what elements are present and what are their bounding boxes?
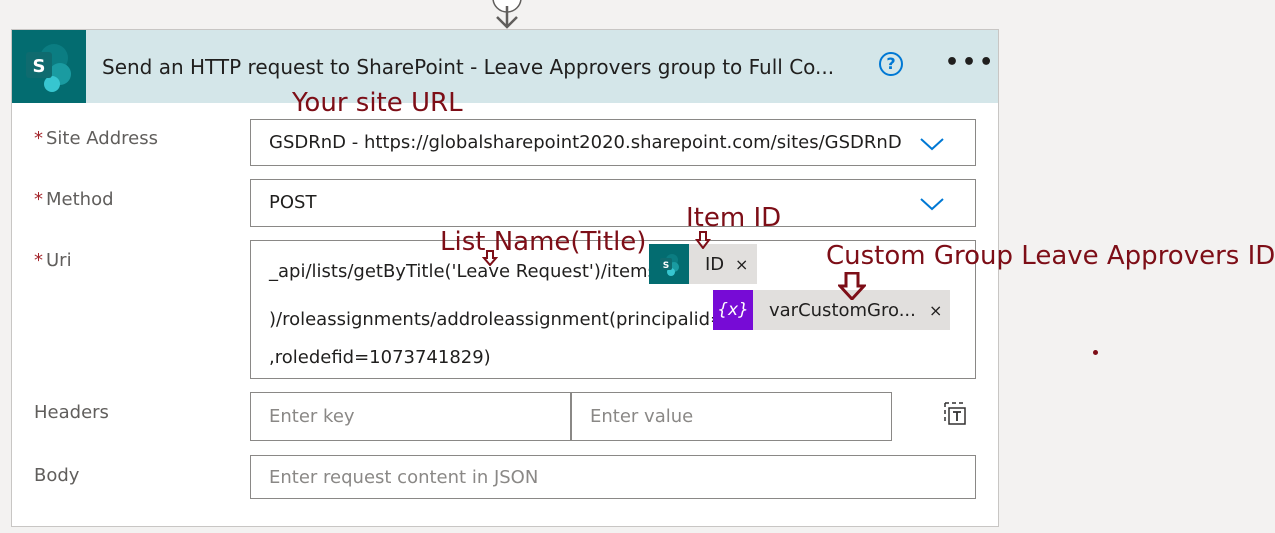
- svg-text:S: S: [663, 261, 669, 271]
- header-value-input[interactable]: Enter value: [571, 392, 892, 441]
- close-icon[interactable]: ×: [929, 301, 942, 320]
- variable-icon: {x}: [713, 290, 753, 330]
- body-placeholder: Enter request content in JSON: [269, 467, 539, 488]
- method-value: POST: [269, 192, 317, 213]
- header-key-input[interactable]: Enter key: [250, 392, 571, 441]
- annotation-arrow-custom-group: [838, 272, 866, 300]
- sharepoint-icon: S: [12, 30, 86, 103]
- site-address-dropdown[interactable]: GSDRnD - https://globalsharepoint2020.sh…: [250, 119, 976, 166]
- card-title: Send an HTTP request to SharePoint - Lea…: [102, 55, 835, 79]
- header-key-placeholder: Enter key: [269, 406, 355, 427]
- annotation-arrow-item-id: [695, 231, 711, 249]
- variable-token-label: varCustomGro...: [769, 299, 916, 321]
- close-icon[interactable]: ×: [735, 255, 748, 274]
- method-label: * Method: [34, 189, 114, 210]
- annotation-custom-group: Custom Group Leave Approvers ID: [826, 241, 1275, 271]
- id-token[interactable]: S ID ×: [649, 244, 757, 284]
- id-token-label: ID: [705, 253, 725, 275]
- method-dropdown[interactable]: POST: [250, 179, 976, 227]
- site-address-label: * Site Address: [34, 128, 158, 149]
- required-marker: *: [34, 189, 43, 210]
- variable-token[interactable]: {x} varCustomGro... ×: [713, 290, 950, 330]
- sharepoint-icon: S: [649, 244, 689, 284]
- more-icon[interactable]: •••: [945, 50, 996, 75]
- site-address-value: GSDRnD - https://globalsharepoint2020.sh…: [269, 132, 902, 153]
- required-marker: *: [34, 250, 43, 271]
- chevron-down-icon[interactable]: [919, 196, 945, 212]
- uri-line-3: ,roledefid=1073741829): [269, 347, 491, 368]
- annotation-item-id: Item ID: [686, 203, 782, 233]
- flow-connector-arrow: [492, 0, 522, 29]
- help-icon[interactable]: ?: [879, 52, 903, 76]
- svg-text:S: S: [33, 56, 46, 77]
- body-input[interactable]: Enter request content in JSON: [250, 455, 976, 499]
- headers-label: Headers: [34, 402, 109, 423]
- uri-line-2: )/roleassignments/addroleassignment(prin…: [269, 309, 726, 330]
- annotation-list-name: List Name(Title): [440, 227, 647, 257]
- body-label: Body: [34, 465, 80, 486]
- annotation-dot: [1093, 350, 1098, 355]
- uri-label: * Uri: [34, 250, 72, 271]
- required-marker: *: [34, 128, 43, 149]
- annotation-arrow-list-name: [482, 250, 498, 266]
- annotation-site-url: Your site URL: [292, 88, 463, 118]
- chevron-down-icon[interactable]: [919, 136, 945, 152]
- card-header[interactable]: S Send an HTTP request to SharePoint - L…: [12, 30, 998, 103]
- uri-line-1: _api/lists/getByTitle('Leave Request')/i…: [269, 261, 664, 282]
- text-mode-icon[interactable]: [942, 400, 968, 426]
- header-value-placeholder: Enter value: [590, 406, 694, 427]
